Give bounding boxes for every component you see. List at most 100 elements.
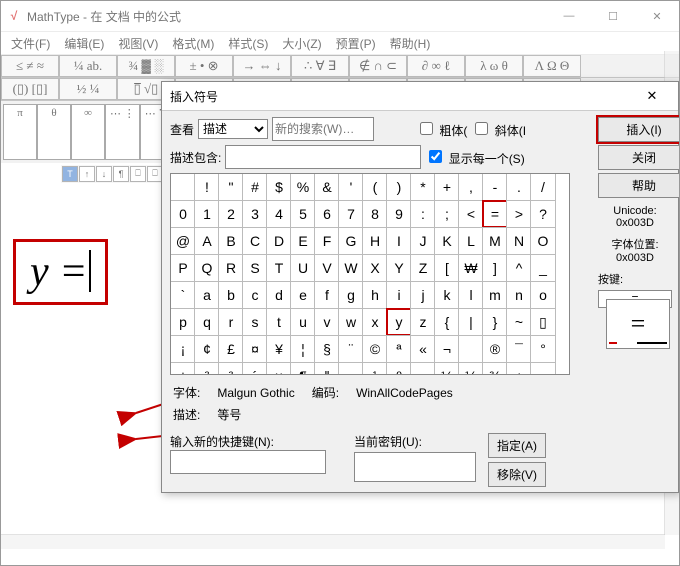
menu-item[interactable]: 帮助(H) (384, 33, 437, 54)
char-cell[interactable]: 4 (266, 200, 292, 228)
char-cell[interactable]: ! (194, 173, 220, 201)
toolbar-cell[interactable]: ± • ⊗ (175, 55, 233, 77)
char-cell[interactable]: | (458, 308, 484, 336)
char-cell[interactable]: C (242, 227, 268, 255)
char-cell[interactable]: D (266, 227, 292, 255)
char-cell[interactable]: ₩ (458, 254, 484, 282)
char-cell[interactable]: A (194, 227, 220, 255)
char-cell[interactable]: 7 (338, 200, 364, 228)
show-each-checkbox[interactable]: 显示每一个(S) (425, 147, 524, 167)
char-cell[interactable]: # (242, 173, 268, 201)
char-cell[interactable]: [ (434, 254, 460, 282)
size-button[interactable]: T (62, 166, 78, 182)
char-cell[interactable]: ? (530, 200, 556, 228)
toolbar-cell[interactable]: (▯) [▯] (1, 78, 59, 100)
char-cell[interactable]: Y (386, 254, 412, 282)
char-cell[interactable]: g (338, 281, 364, 309)
char-cell[interactable]: ) (386, 173, 412, 201)
char-cell[interactable]: 1 (194, 200, 220, 228)
char-cell[interactable]: } (482, 308, 508, 336)
insert-button[interactable]: 插入(I) (598, 117, 680, 142)
char-cell[interactable]: = (482, 200, 508, 228)
char-cell[interactable]: < (458, 200, 484, 228)
toolbar-cell[interactable]: → ⇔ ↓ (233, 55, 291, 77)
char-cell[interactable]: L (458, 227, 484, 255)
char-cell[interactable]: a (194, 281, 220, 309)
char-cell[interactable]: ¿ (506, 362, 532, 375)
toolbar-cell[interactable]: ∴ ∀ ∃ (291, 55, 349, 77)
toolbar-cell[interactable]: ¼ ab. (59, 55, 117, 77)
char-cell[interactable]: ¼ (434, 362, 460, 375)
char-cell[interactable]: 6 (314, 200, 340, 228)
char-cell[interactable]: £ (218, 335, 244, 363)
char-cell[interactable]: q (194, 308, 220, 336)
close-button[interactable]: ✕ (635, 1, 679, 31)
char-cell[interactable]: Q (194, 254, 220, 282)
char-cell[interactable]: s (242, 308, 268, 336)
char-cell[interactable]: 2 (218, 200, 244, 228)
char-cell[interactable]: X (362, 254, 388, 282)
character-grid[interactable]: !"#$%&'()*+,-./0123456789:;<=>?@ABCDEFGH… (170, 173, 570, 375)
char-cell[interactable]: ´ (242, 362, 268, 375)
password-input[interactable] (354, 452, 476, 482)
char-cell[interactable]: f (314, 281, 340, 309)
toolbar-cell[interactable]: λ ω θ (465, 55, 523, 77)
dialog-close-btn[interactable]: 关闭 (598, 145, 680, 170)
char-cell[interactable]: $ (266, 173, 292, 201)
char-cell[interactable]: + (434, 173, 460, 201)
menu-item[interactable]: 视图(V) (112, 33, 164, 54)
char-cell[interactable]: ³ (218, 362, 244, 375)
char-cell[interactable]: i (386, 281, 412, 309)
desc-contains-input[interactable] (225, 145, 421, 169)
char-cell[interactable]: : (410, 200, 436, 228)
char-cell[interactable]: z (410, 308, 436, 336)
menu-item[interactable]: 预置(P) (330, 33, 382, 54)
symbol-palette[interactable]: ⋯ ⋮ (105, 104, 140, 160)
char-cell[interactable]: ^ (506, 254, 532, 282)
char-cell[interactable]: ( (362, 173, 388, 201)
symbol-palette[interactable]: π (3, 104, 37, 160)
minimize-button[interactable]: — (547, 1, 591, 31)
char-cell[interactable]: * (410, 173, 436, 201)
char-cell[interactable]: - (482, 173, 508, 201)
char-cell[interactable]: t (266, 308, 292, 336)
char-cell[interactable]: ¥ (266, 335, 292, 363)
toolbar-cell[interactable]: ∉ ∩ ⊂ (349, 55, 407, 77)
char-cell[interactable]: µ (266, 362, 292, 375)
maximize-button[interactable]: ☐ (591, 1, 635, 31)
char-cell[interactable]: ¹ (362, 362, 388, 375)
italic-checkbox[interactable]: 斜体(I (471, 119, 526, 139)
menu-item[interactable]: 样式(S) (222, 33, 274, 54)
char-cell[interactable]: W (338, 254, 364, 282)
menu-item[interactable]: 编辑(E) (58, 33, 110, 54)
char-cell[interactable]: { (434, 308, 460, 336)
size-button[interactable]: ↓ (96, 166, 112, 182)
size-button[interactable]: ⎕ (130, 166, 146, 182)
char-cell[interactable]: ¾ (482, 362, 508, 375)
char-cell[interactable]: > (506, 200, 532, 228)
char-cell[interactable]: 9 (386, 200, 412, 228)
char-cell[interactable]: u (290, 308, 316, 336)
char-cell[interactable]: P (170, 254, 196, 282)
char-cell[interactable]: ¶ (290, 362, 316, 375)
char-cell[interactable]: 0 (170, 200, 196, 228)
char-cell[interactable]: ° (530, 335, 556, 363)
char-cell[interactable]: § (314, 335, 340, 363)
char-cell[interactable]: J (410, 227, 436, 255)
char-cell[interactable]: v (314, 308, 340, 336)
shortcut-input[interactable] (170, 450, 326, 474)
char-cell[interactable]: b (218, 281, 244, 309)
char-cell[interactable]: / (530, 173, 556, 201)
char-cell[interactable]: I (386, 227, 412, 255)
char-cell[interactable]: ² (194, 362, 220, 375)
char-cell[interactable]: ¦ (290, 335, 316, 363)
toolbar-cell[interactable]: ¾ ▓ ░ (117, 55, 175, 77)
toolbar-cell[interactable]: ≤ ≠ ≈ (1, 55, 59, 77)
char-cell[interactable]: n (506, 281, 532, 309)
char-cell[interactable]: ¤ (242, 335, 268, 363)
assign-button[interactable]: 指定(A) (488, 433, 546, 458)
char-cell[interactable]: º (386, 362, 412, 375)
char-cell[interactable]: _ (530, 254, 556, 282)
lookup-select[interactable]: 描述 (198, 119, 268, 139)
char-cell[interactable]: " (218, 173, 244, 201)
